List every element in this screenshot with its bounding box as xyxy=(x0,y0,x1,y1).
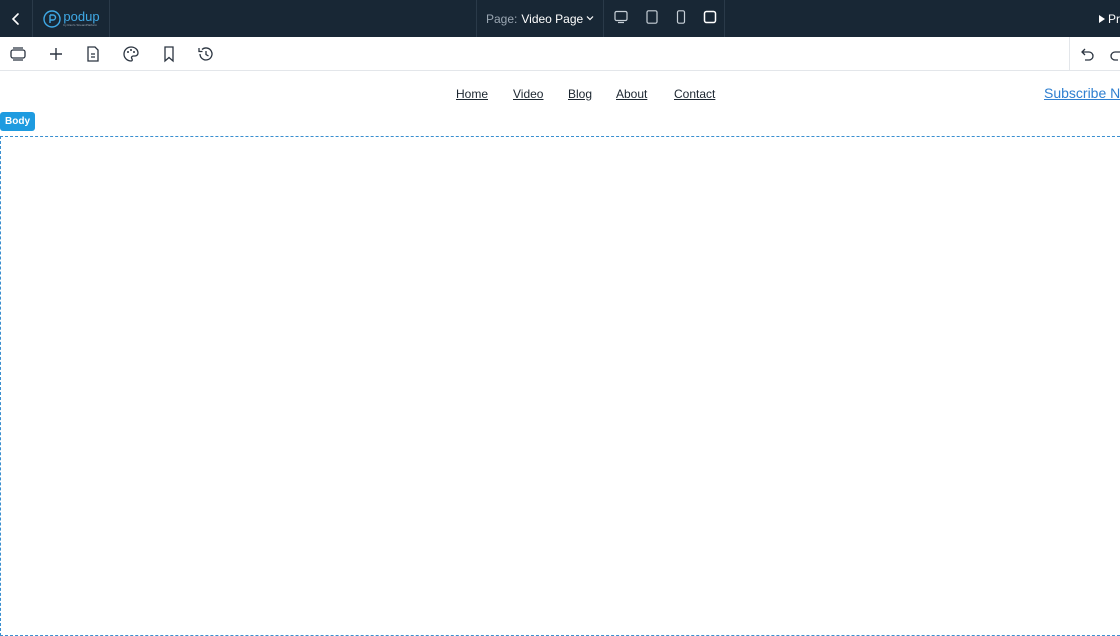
nav-home-link[interactable]: Home xyxy=(456,87,488,101)
page-selector[interactable]: Page: Video Page xyxy=(476,0,604,37)
nav-about-link[interactable]: About xyxy=(616,87,647,101)
nav-blog-link[interactable]: Blog xyxy=(568,87,592,101)
redo-icon[interactable] xyxy=(1106,44,1120,64)
nav-video-link[interactable]: Video xyxy=(513,87,543,101)
preview-button[interactable]: Pr xyxy=(1099,0,1120,37)
chevron-left-icon xyxy=(11,12,19,25)
toolbar-divider xyxy=(1069,37,1070,70)
logo-tagline: by Ravi's StreamPlatform xyxy=(63,23,98,27)
desktop-icon[interactable] xyxy=(614,10,628,24)
fullscreen-icon[interactable] xyxy=(703,10,717,24)
back-button[interactable] xyxy=(0,0,32,37)
add-icon[interactable] xyxy=(46,44,66,64)
bookmark-icon[interactable] xyxy=(159,44,179,64)
podup-logo-icon xyxy=(43,9,62,28)
chevron-down-icon xyxy=(586,16,594,21)
mobile-icon[interactable] xyxy=(674,10,688,24)
logo-text: podup xyxy=(63,9,100,24)
page-prefix: Page: xyxy=(486,11,518,26)
editor-toolbar xyxy=(0,37,1120,71)
tablet-icon[interactable] xyxy=(645,10,659,24)
body-selection-frame[interactable] xyxy=(0,136,1120,636)
nav-contact-link[interactable]: Contact xyxy=(674,87,715,101)
preview-label: Pr xyxy=(1108,11,1120,26)
top-bar: podup by Ravi's StreamPlatform Page: Vid… xyxy=(0,0,1120,37)
logo[interactable]: podup by Ravi's StreamPlatform xyxy=(32,0,110,37)
undo-icon[interactable] xyxy=(1077,44,1097,64)
layers-icon[interactable] xyxy=(8,44,28,64)
history-icon[interactable] xyxy=(196,44,216,64)
subscribe-link[interactable]: Subscribe N xyxy=(1044,85,1120,101)
palette-icon[interactable] xyxy=(121,44,141,64)
body-badge[interactable]: Body xyxy=(0,112,35,131)
page-name: Video Page xyxy=(521,11,584,26)
play-icon xyxy=(1099,14,1105,23)
page-icon[interactable] xyxy=(83,44,103,64)
device-switcher xyxy=(604,0,725,37)
